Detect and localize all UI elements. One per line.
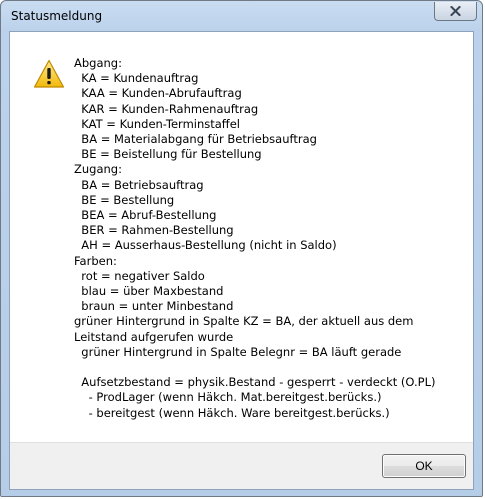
message-line: AH = Ausserhaus-Bestellung (nicht in Sal… xyxy=(74,238,337,253)
message-line xyxy=(74,360,469,375)
message-line: Farben: xyxy=(74,253,117,268)
title-bar[interactable]: Statusmeldung xyxy=(1,1,482,31)
window-title: Statusmeldung xyxy=(11,9,103,23)
close-icon xyxy=(450,6,461,16)
message-panel: Abgang: KA = Kundenauftrag KAA = Kunden-… xyxy=(10,32,473,442)
warning-icon xyxy=(33,59,65,89)
message-line: KAA = Kunden-Abrufauftrag xyxy=(74,86,242,101)
message-line: Abgang: xyxy=(74,56,122,70)
message-line: BA = Betriebsauftrag xyxy=(74,177,204,192)
message-line: grüner Hintergrund in Spalte Belegnr = B… xyxy=(74,344,402,359)
button-bar: OK xyxy=(10,442,473,489)
message-line: braun = unter Minbestand xyxy=(74,299,234,314)
ok-button[interactable]: OK xyxy=(382,454,466,478)
message-line: blau = über Maxbestand xyxy=(74,284,224,299)
message-line: - ProdLager (wenn Häkch. Mat.bereitgest.… xyxy=(74,390,382,405)
message-line: - bereitgest (wenn Häkch. Ware bereitges… xyxy=(74,405,390,420)
message-line: KA = Kundenauftrag xyxy=(74,71,199,86)
message-line: Aufsetzbestand = physik.Bestand - gesper… xyxy=(74,375,436,390)
status-dialog-window: Statusmeldung Abgang: KA = Kundenauftrag… xyxy=(0,0,483,497)
message-line: KAR = Kunden-Rahmenauftrag xyxy=(74,101,259,116)
message-line: BE = Bestellung xyxy=(74,192,175,207)
dialog-client-area: Abgang: KA = Kundenauftrag KAA = Kunden-… xyxy=(9,31,474,490)
message-line: BE = Beistellung für Bestellung xyxy=(74,147,262,162)
message-line: BEA = Abruf-Bestellung xyxy=(74,208,217,223)
message-line: BA = Materialabgang für Betriebsauftrag xyxy=(74,132,317,147)
message-line: rot = negativer Saldo xyxy=(74,268,205,283)
message-line: grüner Hintergrund in Spalte KZ = BA, de… xyxy=(74,314,414,344)
close-button[interactable] xyxy=(434,2,477,21)
status-message: Abgang: KA = Kundenauftrag KAA = Kunden-… xyxy=(74,56,469,421)
message-line: BER = Rahmen-Bestellung xyxy=(74,223,234,238)
message-line: KAT = Kunden-Terminstaffel xyxy=(74,116,240,131)
message-line: Zugang: xyxy=(74,162,122,177)
